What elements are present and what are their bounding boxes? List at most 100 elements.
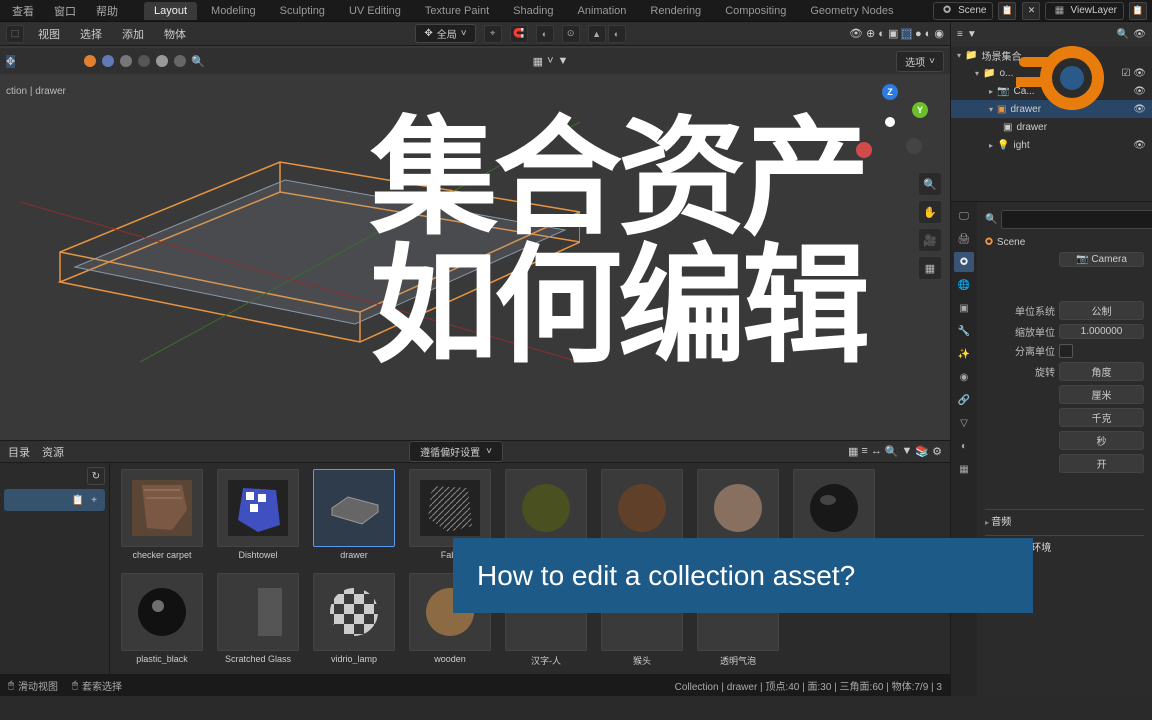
zoom-icon[interactable]: 🔍 — [918, 172, 942, 196]
audio-section[interactable]: 音频 — [985, 509, 1144, 531]
tab-modeling[interactable]: Modeling — [201, 2, 266, 20]
mass-field[interactable]: 千克 — [1059, 408, 1144, 427]
rotation-field[interactable]: 角度 — [1059, 362, 1144, 381]
shader-ball-4[interactable] — [138, 55, 150, 67]
options-dropdown[interactable]: 选项 ˅ — [896, 51, 944, 72]
shader-ball-2[interactable] — [102, 55, 114, 67]
menu-view[interactable]: 查看 — [4, 1, 42, 21]
prop-tab-constraint[interactable]: 🔗 — [954, 390, 974, 410]
camera-field[interactable]: 📷 Camera — [1059, 252, 1144, 267]
rigidbody-section[interactable]: 刚体世界环境 — [985, 535, 1144, 557]
asset-item[interactable]: 猴头 — [596, 573, 688, 673]
prop-tab-modifier[interactable]: 🔧 — [954, 321, 974, 341]
shade2-icon[interactable]: ◐ — [608, 25, 626, 43]
xray-icon[interactable]: ▣ — [888, 28, 898, 40]
outliner-search-icon[interactable]: 🔍 — [1117, 29, 1129, 40]
solid-mode-icon[interactable]: ● — [915, 28, 922, 40]
prop-tab-scene[interactable]: 🞉 — [954, 252, 974, 272]
unit-scale-field[interactable]: 1.000000 — [1059, 324, 1144, 339]
new-layer-icon[interactable]: 📋 — [1129, 2, 1147, 20]
search-icon[interactable]: 🔍 — [191, 55, 205, 68]
tab-texture[interactable]: Texture Paint — [415, 2, 499, 20]
length-field[interactable]: 厘米 — [1059, 385, 1144, 404]
outliner-row[interactable]: ▣ drawer — [951, 118, 1152, 136]
shader-ball-3[interactable] — [120, 55, 132, 67]
asset-item[interactable]: Dishtowel — [212, 469, 304, 569]
tab-rendering[interactable]: Rendering — [640, 2, 711, 20]
persp-icon[interactable]: ▦ — [918, 256, 942, 280]
axis-neg[interactable] — [906, 138, 922, 154]
copy-icon[interactable]: 📋 — [71, 493, 85, 507]
asset-item[interactable]: wooden — [404, 573, 496, 673]
object-menu[interactable]: 物体 — [158, 24, 192, 44]
asset-item[interactable]: 透明气泡 — [692, 573, 784, 673]
separate-checkbox[interactable] — [1059, 344, 1073, 358]
editor-type-icon[interactable]: ⬚ — [6, 25, 24, 43]
snap-icon[interactable]: ⌖ — [484, 25, 502, 43]
tab-layout[interactable]: Layout — [144, 2, 197, 20]
outliner-row[interactable]: ▾📁 o...☑ 👁 — [951, 64, 1152, 82]
prop-tab-data[interactable]: ▽ — [954, 413, 974, 433]
new-scene-icon[interactable]: 📋 — [998, 2, 1016, 20]
prop-tab-material[interactable]: ◐ — [954, 436, 974, 456]
outliner-row-selected[interactable]: ▾▣ drawer👁 — [951, 100, 1152, 118]
render-mode-icon[interactable]: ◉ — [934, 28, 944, 40]
overlay-icon[interactable]: ◐ — [878, 28, 885, 40]
pan-icon[interactable]: ✋ — [918, 200, 942, 224]
shader-ball-6[interactable] — [174, 55, 186, 67]
prop-search[interactable] — [1001, 210, 1152, 229]
cursor-tool-icon[interactable]: ✥ — [6, 55, 15, 68]
orientation-selector[interactable]: ✥ 全局 ˅ — [415, 24, 475, 43]
tab-shading[interactable]: Shading — [503, 2, 563, 20]
asset-item[interactable]: 汉字-人 — [500, 573, 592, 673]
prop-tab-object[interactable]: ▣ — [954, 298, 974, 318]
tab-sculpting[interactable]: Sculpting — [270, 2, 335, 20]
matprev-mode-icon[interactable]: ◐ — [925, 28, 932, 40]
shade-icon[interactable]: ▲ — [588, 25, 606, 43]
add-menu[interactable]: 添加 — [116, 24, 150, 44]
axis-x[interactable] — [856, 142, 872, 158]
visibility-icon[interactable]: 👁 — [849, 28, 863, 40]
viewlayer-selector[interactable]: ▦ViewLayer — [1045, 2, 1124, 20]
ab-filter-icon[interactable]: ▼ — [902, 445, 913, 458]
nav-gizmo[interactable]: Z Y — [850, 82, 930, 162]
asset-item[interactable] — [500, 469, 592, 569]
prop-tab-particle[interactable]: ✨ — [954, 344, 974, 364]
menu-help[interactable]: 帮助 — [88, 1, 126, 21]
asset-item[interactable]: checker carpet — [116, 469, 208, 569]
shader-ball-5[interactable] — [156, 55, 168, 67]
tab-geonodes[interactable]: Geometry Nodes — [800, 2, 903, 20]
ab-search-icon[interactable]: 🔍 — [885, 445, 899, 458]
view-menu[interactable]: 视图 — [32, 24, 66, 44]
ab-catalog[interactable]: 目录 — [8, 444, 30, 460]
list-view-icon[interactable]: ≡ — [861, 445, 867, 458]
search-icon[interactable]: 🔍 — [985, 214, 997, 225]
funnel-icon[interactable]: ▼ — [558, 55, 569, 67]
on-field[interactable]: 开 — [1059, 454, 1144, 473]
outliner-type-icon[interactable]: ≡ — [957, 29, 963, 40]
asset-item[interactable]: plastic_black — [116, 573, 208, 673]
asset-item[interactable]: Scratched Glass — [212, 573, 304, 673]
time-field[interactable]: 秒 — [1059, 431, 1144, 450]
asset-item[interactable]: Fabr — [404, 469, 496, 569]
outliner-row[interactable]: ▸💡 ight👁 — [951, 136, 1152, 154]
asset-item[interactable] — [788, 469, 880, 569]
dropdown-icon[interactable]: ˅ — [547, 55, 553, 67]
proportional-icon[interactable]: ◐ — [536, 25, 554, 43]
wireframe-mode-icon[interactable]: ⬚ — [901, 28, 911, 40]
tab-compositing[interactable]: Compositing — [715, 2, 796, 20]
grid-view-icon[interactable]: ▦ — [848, 445, 858, 458]
select-menu[interactable]: 选择 — [74, 24, 108, 44]
ab-asset[interactable]: 资源 — [42, 444, 64, 460]
ab-gear-icon[interactable]: ⚙ — [932, 445, 942, 458]
asset-item[interactable] — [692, 469, 784, 569]
3d-viewport[interactable]: ⬚ 视图 选择 添加 物体 ✥ 全局 ˅ ⌖ 🧲 ◐ ⊙ ▲ ◐ 👁 ⊕ ◐ ▣… — [0, 22, 950, 696]
outliner-row[interactable]: ▾📁 场景集合 — [951, 46, 1152, 64]
gizmo-toggle-icon[interactable]: ⊕ — [866, 28, 875, 40]
menu-window[interactable]: 窗口 — [46, 1, 84, 21]
outliner-row[interactable]: ▸📷 Ca...👁 — [951, 82, 1152, 100]
tab-uv[interactable]: UV Editing — [339, 2, 411, 20]
camera-icon[interactable]: 🎥 — [918, 228, 942, 252]
prop-tab-physics[interactable]: ◉ — [954, 367, 974, 387]
axis-z[interactable]: Z — [882, 84, 898, 100]
